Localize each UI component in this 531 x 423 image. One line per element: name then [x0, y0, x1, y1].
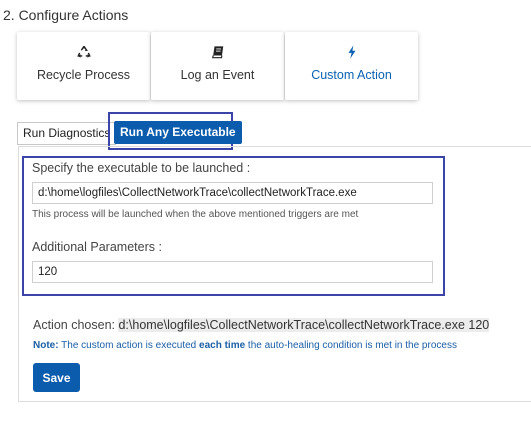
custom-action-card[interactable]: Custom Action — [285, 32, 418, 100]
tab-run-any-executable[interactable]: Run Any Executable — [114, 121, 242, 144]
action-chosen-prefix: Action chosen: — [33, 318, 119, 332]
save-button[interactable]: Save — [33, 363, 80, 392]
recycle-process-card[interactable]: Recycle Process — [17, 32, 150, 100]
recycle-icon — [76, 45, 91, 58]
action-chosen: Action chosen: d:\home\logfiles\CollectN… — [33, 318, 490, 332]
params-label: Additional Parameters : — [32, 240, 162, 254]
action-chosen-value: d:\home\logfiles\CollectNetworkTrace\col… — [118, 318, 490, 332]
card-label: Recycle Process — [36, 68, 131, 82]
bolt-icon — [348, 45, 355, 59]
note-emphasis: each time — [199, 340, 246, 351]
executable-path-input[interactable] — [32, 182, 433, 204]
note-text-2: the auto-healing condition is met in the… — [245, 340, 457, 351]
executable-label: Specify the executable to be launched : — [32, 161, 251, 175]
note-label: Note: — [33, 340, 59, 351]
section-title: 2. Configure Actions — [3, 7, 129, 23]
executable-hint: This process will be launched when the a… — [32, 209, 359, 220]
tab-run-diagnostics[interactable]: Run Diagnostics — [17, 122, 117, 145]
book-icon — [211, 46, 223, 59]
note-text-1: The custom action is executed — [58, 340, 200, 351]
note: Note: The custom action is executed each… — [33, 340, 457, 351]
params-input[interactable] — [32, 261, 433, 283]
log-event-card[interactable]: Log an Event — [151, 32, 284, 100]
card-label: Log an Event — [180, 68, 255, 82]
card-label: Custom Action — [311, 68, 392, 82]
